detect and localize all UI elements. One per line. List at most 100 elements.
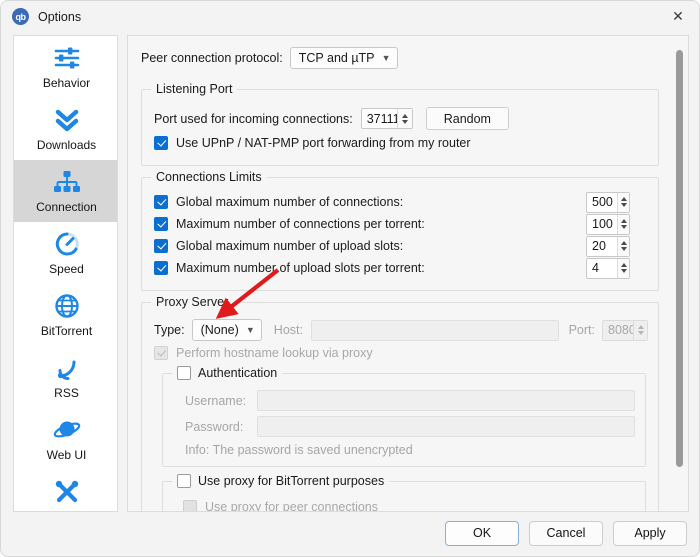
globe-icon (45, 290, 89, 322)
authentication-checkbox[interactable] (177, 366, 191, 380)
incoming-port-row: Port used for incoming connections: 3711… (154, 107, 648, 130)
sliders-icon (45, 42, 89, 74)
stepper[interactable] (617, 214, 629, 234)
stepper-up-icon (401, 113, 408, 118)
double-chevron-down-icon (45, 104, 89, 136)
vertical-scrollbar[interactable] (672, 37, 687, 511)
title-bar: qb Options ✕ (1, 1, 699, 32)
hostname-lookup-checkbox (154, 346, 168, 360)
proxy-password-label: Password: (185, 419, 244, 434)
upnp-checkbox[interactable] (154, 136, 168, 150)
proxy-password-row: Password: (185, 416, 635, 437)
proxy-username-input[interactable] (257, 390, 635, 411)
limit-row: Maximum number of connections per torren… (154, 213, 648, 235)
max-upload-slots-per-torrent-spinbox[interactable]: 4 (586, 257, 630, 279)
proxy-username-row: Username: (185, 390, 635, 411)
listening-port-group: Listening Port Port used for incoming co… (141, 82, 659, 166)
scrollbar-thumb[interactable] (676, 50, 683, 467)
max-upload-slots-per-torrent-value: 4 (592, 261, 599, 275)
sidebar-item-label: Downloads (36, 138, 97, 152)
authentication-group: Authentication Username: Password: Info:… (162, 366, 646, 467)
proxy-server-title: Proxy Server (151, 295, 234, 309)
max-upload-slots-per-torrent-checkbox[interactable] (154, 261, 168, 275)
sidebar-item-connection[interactable]: Connection (14, 160, 117, 222)
global-max-upload-slots-spinbox[interactable]: 20 (586, 235, 630, 257)
stepper[interactable] (633, 320, 647, 340)
proxy-username-label: Username: (185, 393, 247, 408)
sidebar-item-downloads[interactable]: Downloads (14, 98, 117, 160)
authentication-group-header[interactable]: Authentication (172, 366, 283, 380)
stepper-down-icon (620, 247, 627, 251)
use-proxy-bittorrent-label: Use proxy for BitTorrent purposes (198, 474, 385, 488)
global-max-upload-slots-label: Global maximum number of upload slots: (176, 239, 404, 253)
stepper-up-icon (620, 263, 627, 267)
stepper[interactable] (617, 258, 629, 278)
chevron-down-icon: ▼ (381, 53, 391, 63)
close-icon[interactable]: ✕ (655, 1, 699, 32)
sidebar-item-speed[interactable]: Speed (14, 222, 117, 284)
planet-icon (45, 414, 89, 446)
sidebar-item-web-ui[interactable]: Web UI (14, 408, 117, 470)
sidebar-item-rss[interactable]: RSS (14, 346, 117, 408)
proxy-bittorrent-group: Use proxy for BitTorrent purposes Use pr… (162, 474, 646, 511)
hostname-lookup-row[interactable]: Perform hostname lookup via proxy (154, 346, 648, 360)
hostname-lookup-label: Perform hostname lookup via proxy (176, 346, 373, 360)
stepper-down-icon (401, 119, 408, 124)
ok-button[interactable]: OK (445, 520, 519, 546)
window-title: Options (38, 9, 82, 24)
stepper[interactable] (617, 236, 629, 256)
max-connections-per-torrent-spinbox[interactable]: 100 (586, 213, 630, 235)
qbittorrent-logo-icon: qb (12, 8, 29, 25)
sidebar-item-label: RSS (54, 386, 79, 400)
sidebar-item-behavior[interactable]: Behavior (14, 36, 117, 98)
proxy-type-select[interactable]: (None) ▼ (191, 319, 262, 341)
settings-sidebar: Behavior Downloads Connection Speed BitT… (13, 35, 118, 512)
stepper-down-icon (620, 225, 627, 229)
upnp-label: Use UPnP / NAT-PMP port forwarding from … (176, 136, 471, 150)
incoming-port-value: 37111 (366, 111, 400, 126)
use-proxy-bittorrent-checkbox[interactable] (177, 474, 191, 488)
sidebar-item-bittorrent[interactable]: BitTorrent (14, 284, 117, 346)
connections-limits-title: Connections Limits (151, 170, 267, 184)
limit-row: Global maximum number of upload slots: 2… (154, 235, 648, 257)
limit-row: Maximum number of upload slots per torre… (154, 257, 648, 279)
proxy-password-input[interactable] (257, 416, 635, 437)
peer-connection-protocol-select[interactable]: TCP and µTP ▼ (289, 47, 398, 69)
sidebar-item-advanced[interactable]: Advanced (14, 470, 117, 511)
stepper-down-icon (620, 203, 627, 207)
proxy-bittorrent-group-header[interactable]: Use proxy for BitTorrent purposes (172, 474, 390, 488)
proxy-type-value: (None) (200, 323, 239, 337)
stepper-up-icon (620, 219, 627, 223)
global-max-connections-value: 500 (592, 195, 613, 209)
sidebar-item-label: BitTorrent (40, 324, 93, 338)
random-port-button[interactable]: Random (425, 107, 509, 130)
sidebar-item-label: Speed (49, 262, 84, 276)
sidebar-item-label: Connection (36, 200, 97, 214)
incoming-port-spinbox[interactable]: 37111 (360, 108, 413, 129)
incoming-port-stepper[interactable] (396, 109, 412, 128)
cancel-button[interactable]: Cancel (529, 520, 603, 546)
global-max-connections-spinbox[interactable]: 500 (586, 191, 630, 213)
proxy-port-label: Port: (568, 323, 595, 337)
password-info-text: Info: The password is saved unencrypted (185, 443, 413, 457)
upnp-checkbox-row[interactable]: Use UPnP / NAT-PMP port forwarding from … (154, 136, 648, 150)
peer-connection-protocol-label: Peer connection protocol: (141, 51, 283, 65)
stepper-up-icon (637, 325, 644, 329)
rss-icon (45, 352, 89, 384)
proxy-host-input[interactable] (310, 319, 559, 341)
options-dialog: qb Options ✕ Behavior Downloads Connecti… (0, 0, 700, 557)
settings-scroll-area: Peer connection protocol: TCP and µTP ▼ … (128, 36, 673, 511)
incoming-port-label: Port used for incoming connections: (154, 111, 353, 126)
proxy-type-label: Type: (154, 323, 185, 337)
max-upload-slots-per-torrent-label: Maximum number of upload slots per torre… (176, 261, 425, 275)
apply-button[interactable]: Apply (613, 520, 687, 546)
max-connections-per-torrent-checkbox[interactable] (154, 217, 168, 231)
proxy-port-value: 8080 (608, 323, 636, 337)
global-max-connections-checkbox[interactable] (154, 195, 168, 209)
proxy-port-spinbox[interactable]: 8080 (602, 319, 648, 341)
proxy-server-group: Proxy Server Type: (None) ▼ Host: Port: … (141, 295, 659, 511)
stepper[interactable] (617, 192, 629, 212)
network-icon (45, 166, 89, 198)
listening-port-title: Listening Port (151, 82, 238, 96)
global-max-upload-slots-checkbox[interactable] (154, 239, 168, 253)
